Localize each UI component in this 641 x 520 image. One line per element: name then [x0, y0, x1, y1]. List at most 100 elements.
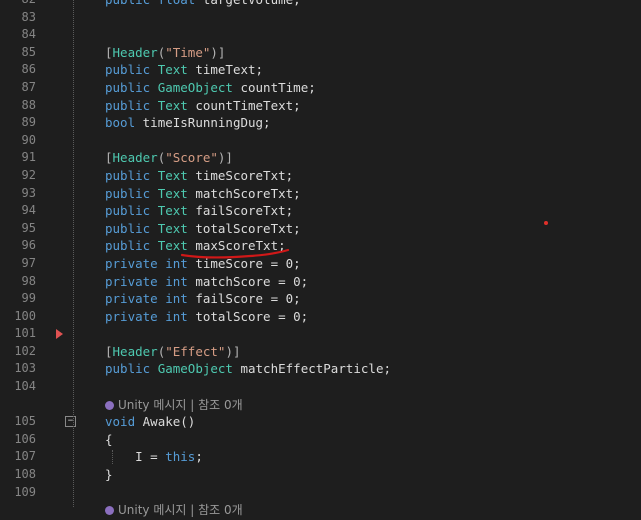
line-number: 87	[21, 79, 36, 94]
code-line[interactable]: 100 private int totalScore = 0;	[0, 308, 641, 326]
code-text: public Text failScoreTxt;	[105, 202, 293, 220]
code-line[interactable]: 97 private int timeScore = 0;	[0, 255, 641, 273]
code-token: public	[105, 361, 158, 377]
code-token: Header	[112, 44, 158, 60]
code-line[interactable]: 99 private int failScore = 0;	[0, 290, 641, 308]
indent-guide	[112, 450, 113, 465]
code-line[interactable]: 87 public GameObject countTime;	[0, 79, 641, 97]
code-token: int	[165, 273, 196, 289]
code-line[interactable]: 83	[0, 9, 641, 27]
code-line[interactable]: 93 public Text matchScoreTxt;	[0, 185, 641, 203]
code-token: Text	[157, 62, 196, 78]
code-line[interactable]: 104	[0, 378, 641, 396]
code-token: timeIsRunningDug;	[142, 115, 271, 131]
line-number: 103	[14, 361, 36, 376]
code-line[interactable]: 94 public Text failScoreTxt;	[0, 202, 641, 220]
code-token: public	[105, 167, 158, 183]
code-line[interactable]: 84	[0, 26, 641, 44]
code-token: matchEffectParticle;	[240, 361, 391, 377]
code-line[interactable]: 106 {	[0, 431, 641, 449]
code-line[interactable]: 91 [Header("Score")]	[0, 149, 641, 167]
code-line[interactable]: 92 public Text timeScoreTxt;	[0, 167, 641, 185]
code-text: public GameObject matchEffectParticle;	[105, 360, 391, 378]
line-number: 82	[0, 0, 36, 9]
code-token: GameObject	[157, 361, 241, 377]
codelens-label[interactable]: Unity 메시지 | 참조 0개	[118, 398, 243, 412]
line-number: 88	[21, 97, 36, 112]
code-line[interactable]: 96 public Text maxScoreTxt;	[0, 237, 641, 255]
code-token: )]	[217, 150, 233, 166]
code-token: bool	[105, 115, 143, 131]
line-number: 92	[21, 167, 36, 182]
codelens-label[interactable]: Unity 메시지 | 참조 0개	[118, 503, 243, 517]
code-line[interactable]: 108}	[0, 466, 641, 484]
code-token: I =	[105, 449, 166, 465]
code-text: public Text matchScoreTxt;	[105, 185, 301, 203]
line-number: 99	[21, 291, 36, 306]
code-token: Awake()	[142, 414, 196, 430]
code-token: Text	[157, 203, 196, 219]
code-token: "Effect"	[165, 343, 226, 359]
line-number: 106	[14, 431, 36, 446]
code-line[interactable]: 107 I = this;	[0, 448, 641, 466]
code-line[interactable]: Unity 메시지 | 참조 0개	[0, 396, 641, 414]
code-token: public	[105, 62, 158, 78]
code-line[interactable]: 86 public Text timeText;	[0, 61, 641, 79]
line-number: 95	[21, 220, 36, 235]
code-token: ;	[195, 449, 203, 465]
line-number: 102	[14, 343, 36, 358]
code-line[interactable]: 89 bool timeIsRunningDug;	[0, 114, 641, 132]
line-number: 104	[14, 379, 36, 394]
code-line[interactable]: 90	[0, 132, 641, 150]
line-number: 109	[14, 484, 36, 499]
unity-icon	[105, 506, 114, 516]
code-text: void Awake()	[105, 413, 195, 431]
code-line[interactable]: 109	[0, 484, 641, 502]
breakpoint-arrow-icon[interactable]	[56, 329, 63, 340]
code-token: failScoreTxt;	[195, 203, 294, 219]
code-text: public GameObject countTime;	[105, 79, 316, 97]
code-line[interactable]: 101	[0, 325, 641, 343]
code-token: failScore = 0;	[195, 291, 301, 307]
code-text: private int matchScore = 0;	[105, 273, 308, 291]
code-token: int	[165, 291, 196, 307]
line-number: 86	[21, 62, 36, 77]
code-line[interactable]: Unity 메시지 | 참조 0개	[0, 501, 641, 519]
code-text: {	[105, 431, 113, 449]
fold-collapse-icon[interactable]: −	[65, 416, 76, 428]
code-token: public	[105, 185, 158, 201]
code-line[interactable]: 105 void Awake() −	[0, 413, 641, 431]
code-token: "Time"	[165, 44, 211, 60]
code-token: totalScoreTxt;	[195, 220, 301, 236]
code-token: Text	[157, 185, 196, 201]
code-guide-line	[73, 0, 74, 507]
code-text: }	[105, 466, 113, 484]
code-text: public float targetVolume;	[105, 0, 301, 9]
code-token: matchScore = 0;	[195, 273, 309, 289]
code-text: public Text timeText;	[105, 61, 263, 79]
code-text: public Text totalScoreTxt;	[105, 220, 301, 238]
code-token: public	[105, 79, 158, 95]
code-token: Text	[157, 167, 196, 183]
code-text: Unity 메시지 | 참조 0개	[105, 501, 243, 520]
code-editor[interactable]: 82 public float targetVolume;8384 85[Heade…	[0, 0, 641, 519]
line-number: 97	[21, 255, 36, 270]
code-line[interactable]: 102 [Header("Effect")]	[0, 343, 641, 361]
code-line[interactable]: 85 [Header("Time")]	[0, 44, 641, 62]
line-number: 90	[21, 132, 36, 147]
line-number: 108	[14, 467, 36, 482]
code-token: Header	[112, 150, 158, 166]
red-underline-annotation	[180, 248, 290, 259]
code-token: [	[105, 44, 113, 60]
code-line[interactable]: 98 private int matchScore = 0;	[0, 273, 641, 291]
code-token: [	[105, 343, 113, 359]
code-line[interactable]: 103 public GameObject matchEffectParticle…	[0, 360, 641, 378]
code-text: [Header("Time")]	[105, 44, 225, 62]
code-token: }	[105, 467, 113, 483]
code-line[interactable]: 82 public float targetVolume;	[0, 0, 641, 9]
line-number: 84	[21, 27, 36, 42]
code-text: public Text timeScoreTxt;	[105, 167, 293, 185]
code-line[interactable]: 88 public Text countTimeText;	[0, 97, 641, 115]
code-token: int	[165, 308, 196, 324]
code-token: GameObject	[157, 79, 241, 95]
